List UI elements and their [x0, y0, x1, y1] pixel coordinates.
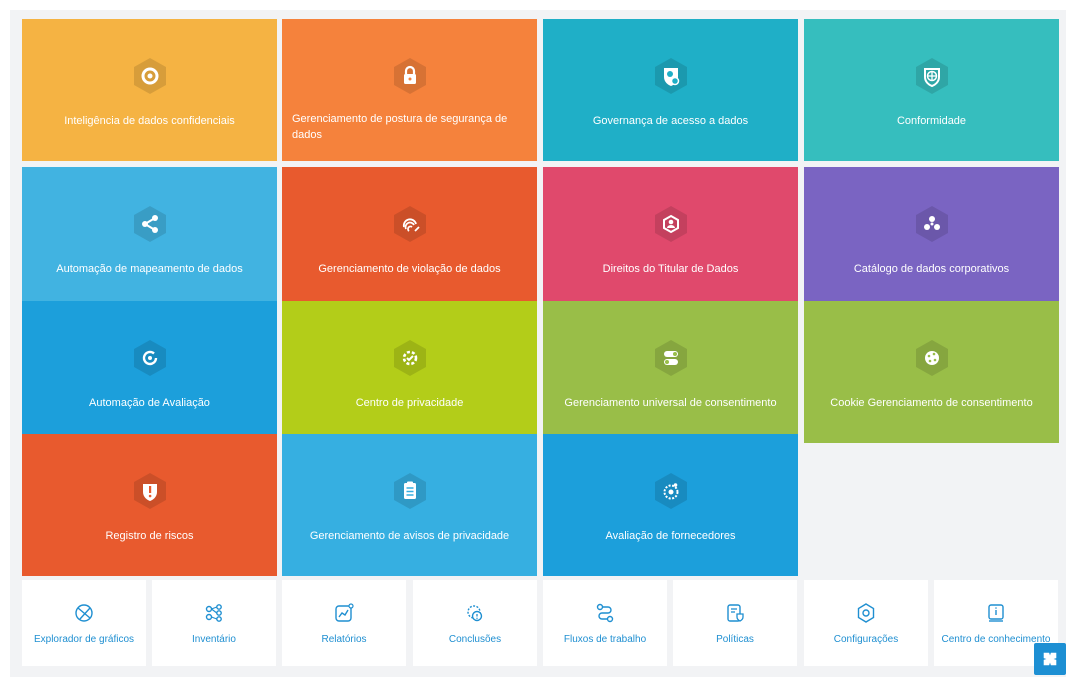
tile-data-subject-rights[interactable]: Direitos do Titular de Dados	[543, 167, 798, 309]
tile-data-breach-management[interactable]: Gerenciamento de violação de dados	[282, 167, 537, 309]
tile-label: Catálogo de dados corporativos	[853, 263, 1010, 275]
policies-icon	[724, 602, 746, 624]
tool-label: Inventário	[192, 634, 236, 645]
share-icon	[133, 205, 167, 243]
lock-icon	[393, 57, 427, 95]
settings-icon	[855, 602, 877, 624]
tile-label: Inteligência de dados confidenciais	[64, 115, 235, 127]
tile-label: Governança de acesso a dados	[592, 115, 749, 127]
tile-label: Direitos do Titular de Dados	[602, 263, 739, 275]
tile-assessment-automation[interactable]: Automação de Avaliação	[22, 301, 277, 443]
tile-label: Gerenciamento universal de consentimento	[564, 397, 777, 409]
tile-risk-register[interactable]: Registro de riscos	[22, 434, 277, 576]
help-chat-button[interactable]	[1034, 643, 1066, 675]
vendor-icon	[654, 472, 688, 510]
warning-shield-icon	[133, 472, 167, 510]
tile-universal-consent[interactable]: Gerenciamento universal de consentimento	[543, 301, 798, 443]
tile-label: Conformidade	[896, 115, 967, 127]
fingerprint-icon	[393, 205, 427, 243]
tile-label: Automação de mapeamento de dados	[56, 263, 243, 275]
tile-data-mapping-automation[interactable]: Automação de mapeamento de dados	[22, 167, 277, 309]
toggle-icon	[654, 339, 688, 377]
tool-label: Relatórios	[321, 634, 367, 645]
tool-label: Políticas	[716, 634, 754, 645]
tile-cookie-consent[interactable]: Cookie Gerenciamento de consentimento	[804, 301, 1059, 443]
shield-circle-icon	[133, 57, 167, 95]
tool-label: Fluxos de trabalho	[563, 634, 647, 645]
refresh-icon	[133, 339, 167, 377]
tile-data-access-governance[interactable]: Governança de acesso a dados	[543, 19, 798, 161]
knowledge-icon	[985, 602, 1007, 624]
clipboard-icon	[393, 472, 427, 510]
cluster-icon	[915, 205, 949, 243]
tile-enterprise-data-catalog[interactable]: Catálogo de dados corporativos	[804, 167, 1059, 309]
tool-label: Explorador de gráficos	[33, 634, 135, 645]
tile-label: Gerenciamento de violação de dados	[318, 263, 501, 275]
tool-settings[interactable]: Configurações	[804, 580, 928, 666]
tile-label: Gerenciamento de postura de segurança de…	[292, 113, 508, 141]
tile-label: Gerenciamento de avisos de privacidade	[309, 530, 510, 542]
tool-graph-explorer[interactable]: Explorador de gráficos	[22, 580, 146, 666]
tile-label: Cookie Gerenciamento de consentimento	[830, 397, 1033, 409]
workflow-icon	[594, 602, 616, 624]
tool-workflows[interactable]: Fluxos de trabalho	[543, 580, 667, 666]
tile-label: Centro de privacidade	[355, 397, 464, 409]
findings-icon	[464, 602, 486, 624]
tile-label: Registro de riscos	[105, 530, 194, 542]
tile-compliance[interactable]: Conformidade	[804, 19, 1059, 161]
globe-shield-icon	[915, 57, 949, 95]
person-shield-icon	[654, 205, 688, 243]
tool-label: Conclusões	[448, 634, 502, 645]
tool-reports[interactable]: Relatórios	[282, 580, 406, 666]
inventory-icon	[203, 602, 225, 624]
gear-shield-icon	[393, 339, 427, 377]
tile-privacy-center[interactable]: Centro de privacidade	[282, 301, 537, 443]
tile-label: Automação de Avaliação	[89, 397, 210, 409]
tile-dspm[interactable]: Gerenciamento de postura de segurança de…	[282, 19, 537, 161]
tool-findings[interactable]: Conclusões	[413, 580, 537, 666]
tile-sensitive-data-intelligence[interactable]: Inteligência de dados confidenciais	[22, 19, 277, 161]
tool-label: Configurações	[833, 634, 899, 645]
chat-logo-icon	[1043, 652, 1057, 666]
graph-explorer-icon	[73, 602, 95, 624]
tool-policies[interactable]: Políticas	[673, 580, 797, 666]
cookie-icon	[915, 339, 949, 377]
access-shield-icon	[654, 57, 688, 95]
tile-privacy-notice-management[interactable]: Gerenciamento de avisos de privacidade	[282, 434, 537, 576]
tool-inventory[interactable]: Inventário	[152, 580, 276, 666]
tile-label: Avaliação de fornecedores	[605, 530, 736, 542]
tile-vendor-assessment[interactable]: Avaliação de fornecedores	[543, 434, 798, 576]
reports-icon	[333, 602, 355, 624]
